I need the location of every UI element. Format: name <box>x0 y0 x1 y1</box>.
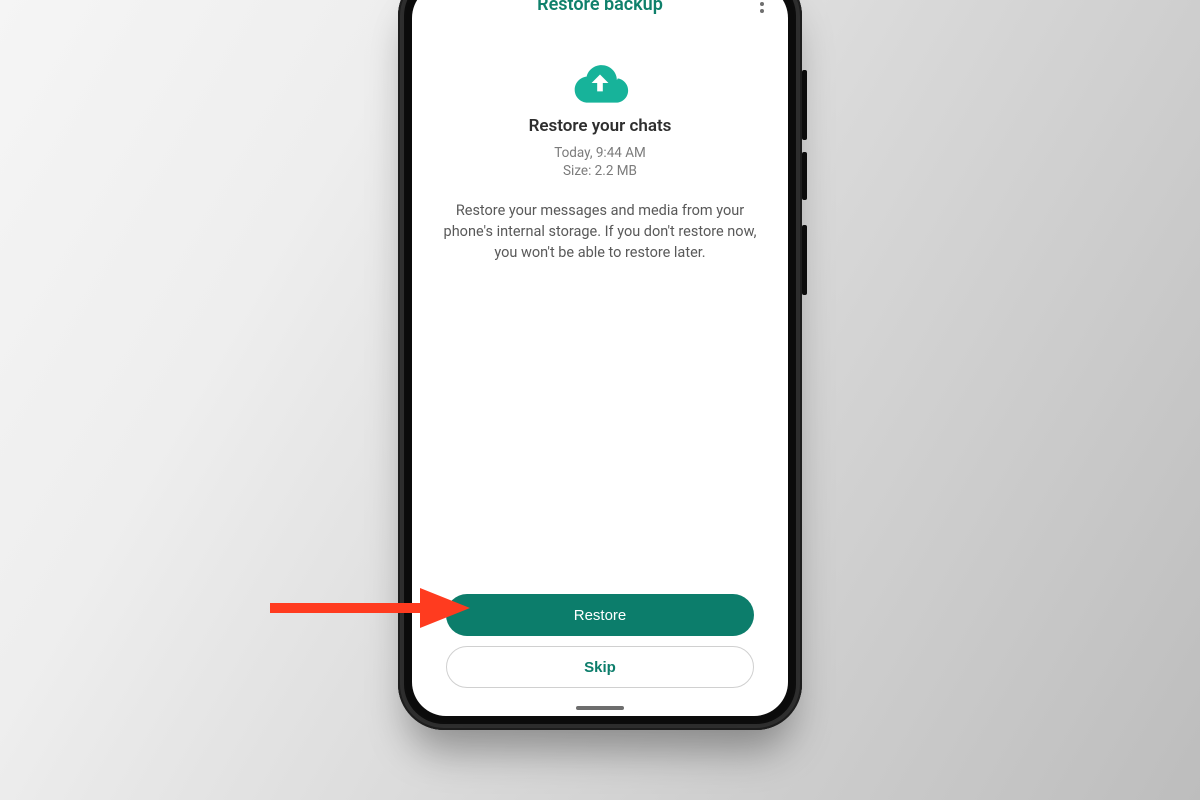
phone-screen: Restore backup Restore your chats Today,… <box>412 0 788 716</box>
power-button[interactable] <box>802 225 807 295</box>
restore-description: Restore your messages and media from you… <box>438 200 762 263</box>
backup-size: Size: 2.2 MB <box>438 162 762 180</box>
more-options-icon[interactable] <box>748 0 776 24</box>
cloud-upload-icon <box>570 58 630 106</box>
restore-subtitle: Restore your chats <box>438 116 762 136</box>
action-bar: Restore Skip <box>412 594 788 716</box>
backup-meta: Today, 9:44 AM Size: 2.2 MB <box>438 144 762 180</box>
backup-timestamp: Today, 9:44 AM <box>438 144 762 162</box>
phone-frame: Restore backup Restore your chats Today,… <box>398 0 802 730</box>
volume-up-button[interactable] <box>802 70 807 140</box>
skip-button[interactable]: Skip <box>446 646 754 688</box>
page-title: Restore backup <box>537 0 663 15</box>
app-header: Restore backup <box>412 0 788 24</box>
home-indicator[interactable] <box>576 706 624 710</box>
restore-button[interactable]: Restore <box>446 594 754 636</box>
stage: Restore backup Restore your chats Today,… <box>0 0 1200 800</box>
restore-content: Restore your chats Today, 9:44 AM Size: … <box>412 24 788 594</box>
volume-down-button[interactable] <box>802 152 807 200</box>
